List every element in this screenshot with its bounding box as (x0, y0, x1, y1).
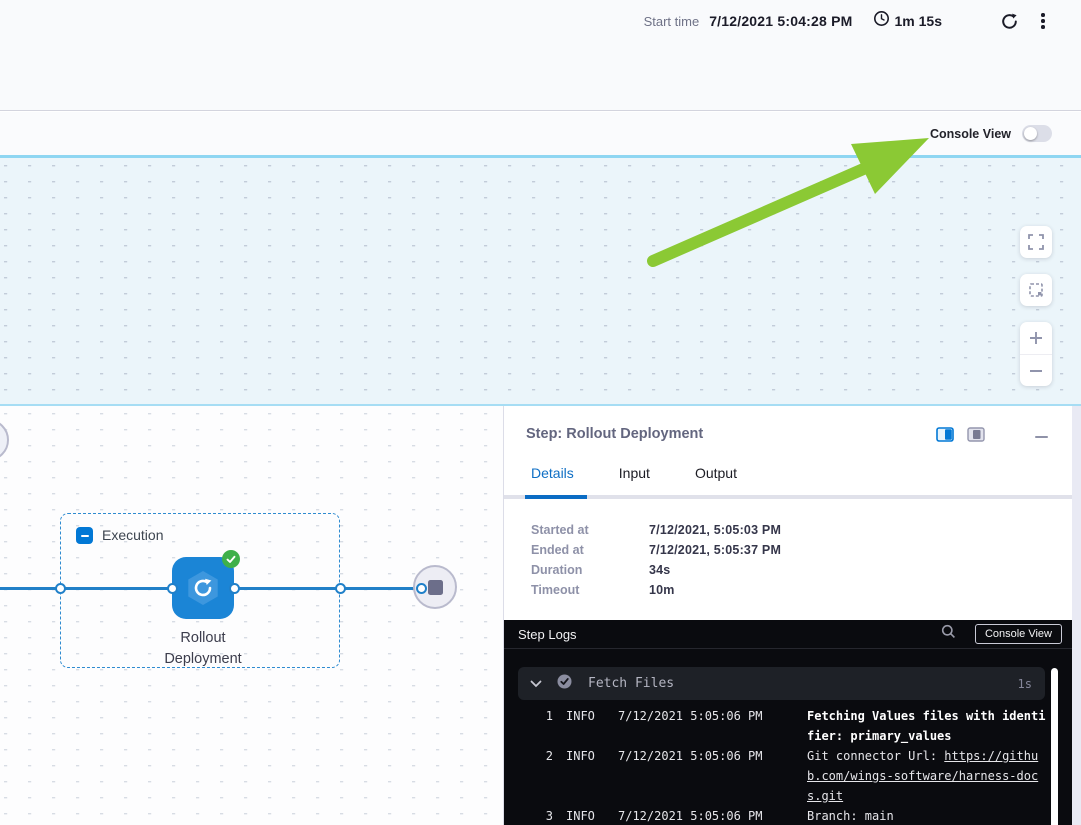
detail-row: Timeout 10m (531, 580, 781, 600)
elapsed-duration: 1m 15s (895, 13, 942, 29)
connector-dot (229, 583, 240, 594)
detail-row: Started at 7/12/2021, 5:05:03 PM (531, 520, 781, 540)
zoom-out-button[interactable] (1020, 354, 1052, 386)
more-options-button[interactable] (1035, 11, 1051, 31)
stop-icon (428, 580, 443, 595)
log-section-title: Fetch Files (588, 676, 674, 691)
clock-icon (873, 10, 890, 32)
view-toolbar: Console View (0, 112, 1081, 158)
execution-header: Start time 7/12/2021 5:04:28 PM 1m 15s (0, 0, 1081, 111)
step-logs-title: Step Logs (518, 627, 941, 642)
step-logs-section: Step Logs Console View Fetch Files 1s 1 (504, 620, 1081, 825)
toggle-knob (1024, 127, 1037, 140)
step-details-panel: Step: Rollout Deployment Details Input O… (503, 406, 1081, 825)
logs-console-view-button[interactable]: Console View (975, 624, 1062, 644)
log-line: 3 INFO 7/12/2021 5:05:06 PM Branch: main (539, 806, 1049, 825)
minimize-panel-button[interactable] (1033, 427, 1049, 441)
connector-dot (55, 583, 66, 594)
rollout-deployment-node[interactable] (172, 557, 234, 619)
log-line: 2 INFO 7/12/2021 5:05:06 PM Git connecto… (539, 746, 1049, 806)
fit-to-screen-button[interactable] (1020, 274, 1052, 306)
step-logs-header: Step Logs Console View (504, 620, 1081, 649)
panel-scrollbar-track[interactable] (1072, 406, 1081, 825)
log-section-fetch-files[interactable]: Fetch Files 1s (518, 667, 1045, 700)
log-scrollbar-thumb[interactable] (1051, 668, 1058, 825)
minus-icon (1035, 436, 1048, 439)
zoom-in-button[interactable] (1020, 322, 1052, 354)
log-line: 1 INFO 7/12/2021 5:05:06 PM Fetching Val… (539, 706, 1049, 746)
pipeline-canvas-execution: Execution Rollout Deployment (0, 406, 504, 825)
connector-dot (416, 583, 427, 594)
canvas-zoom-controls (1020, 226, 1052, 386)
fullscreen-button[interactable] (1020, 226, 1052, 258)
log-lines: 1 INFO 7/12/2021 5:05:06 PM Fetching Val… (539, 706, 1049, 825)
tab-details[interactable]: Details (531, 465, 574, 481)
panel-title: Step: Rollout Deployment (526, 426, 703, 442)
panel-tabs: Details Input Output (531, 465, 737, 481)
canvas-section-divider (0, 404, 1081, 406)
console-view-label: Console View (930, 127, 1011, 141)
console-view-toggle[interactable] (1022, 125, 1052, 142)
split-view-icon-active[interactable] (936, 427, 954, 447)
active-tab-underline (525, 495, 587, 499)
search-icon[interactable] (941, 624, 956, 644)
tab-track (504, 495, 1073, 499)
chevron-down-icon (530, 675, 542, 693)
pipeline-canvas-upper (0, 158, 1081, 404)
step-details-list: Started at 7/12/2021, 5:05:03 PM Ended a… (531, 520, 781, 600)
start-time-label: Start time (644, 14, 700, 29)
refresh-button[interactable] (1000, 12, 1019, 31)
execution-group-label: Execution (102, 527, 163, 543)
zoom-in-out-group (1020, 322, 1052, 386)
node-label: Rollout Deployment (123, 628, 283, 670)
start-time-value: 7/12/2021 5:04:28 PM (709, 13, 852, 29)
tab-output[interactable]: Output (695, 465, 737, 481)
success-check-badge (222, 550, 240, 568)
detail-row: Duration 34s (531, 560, 781, 580)
minus-icon (81, 535, 89, 537)
tab-input[interactable]: Input (619, 465, 650, 481)
log-section-duration: 1s (1018, 677, 1032, 691)
success-check-icon (557, 674, 572, 694)
connector-dot (335, 583, 346, 594)
collapse-group-button[interactable] (76, 527, 93, 544)
rollout-deployment-icon (180, 565, 226, 611)
log-message-prefix: Git connector Url: (807, 749, 944, 763)
dot-grid-pattern (0, 158, 1081, 404)
panel-view-icon[interactable] (967, 427, 985, 447)
connector-dot (167, 583, 178, 594)
pipeline-execution-screen: Start time 7/12/2021 5:04:28 PM 1m 15s C… (0, 0, 1081, 825)
detail-row: Ended at 7/12/2021, 5:05:37 PM (531, 540, 781, 560)
